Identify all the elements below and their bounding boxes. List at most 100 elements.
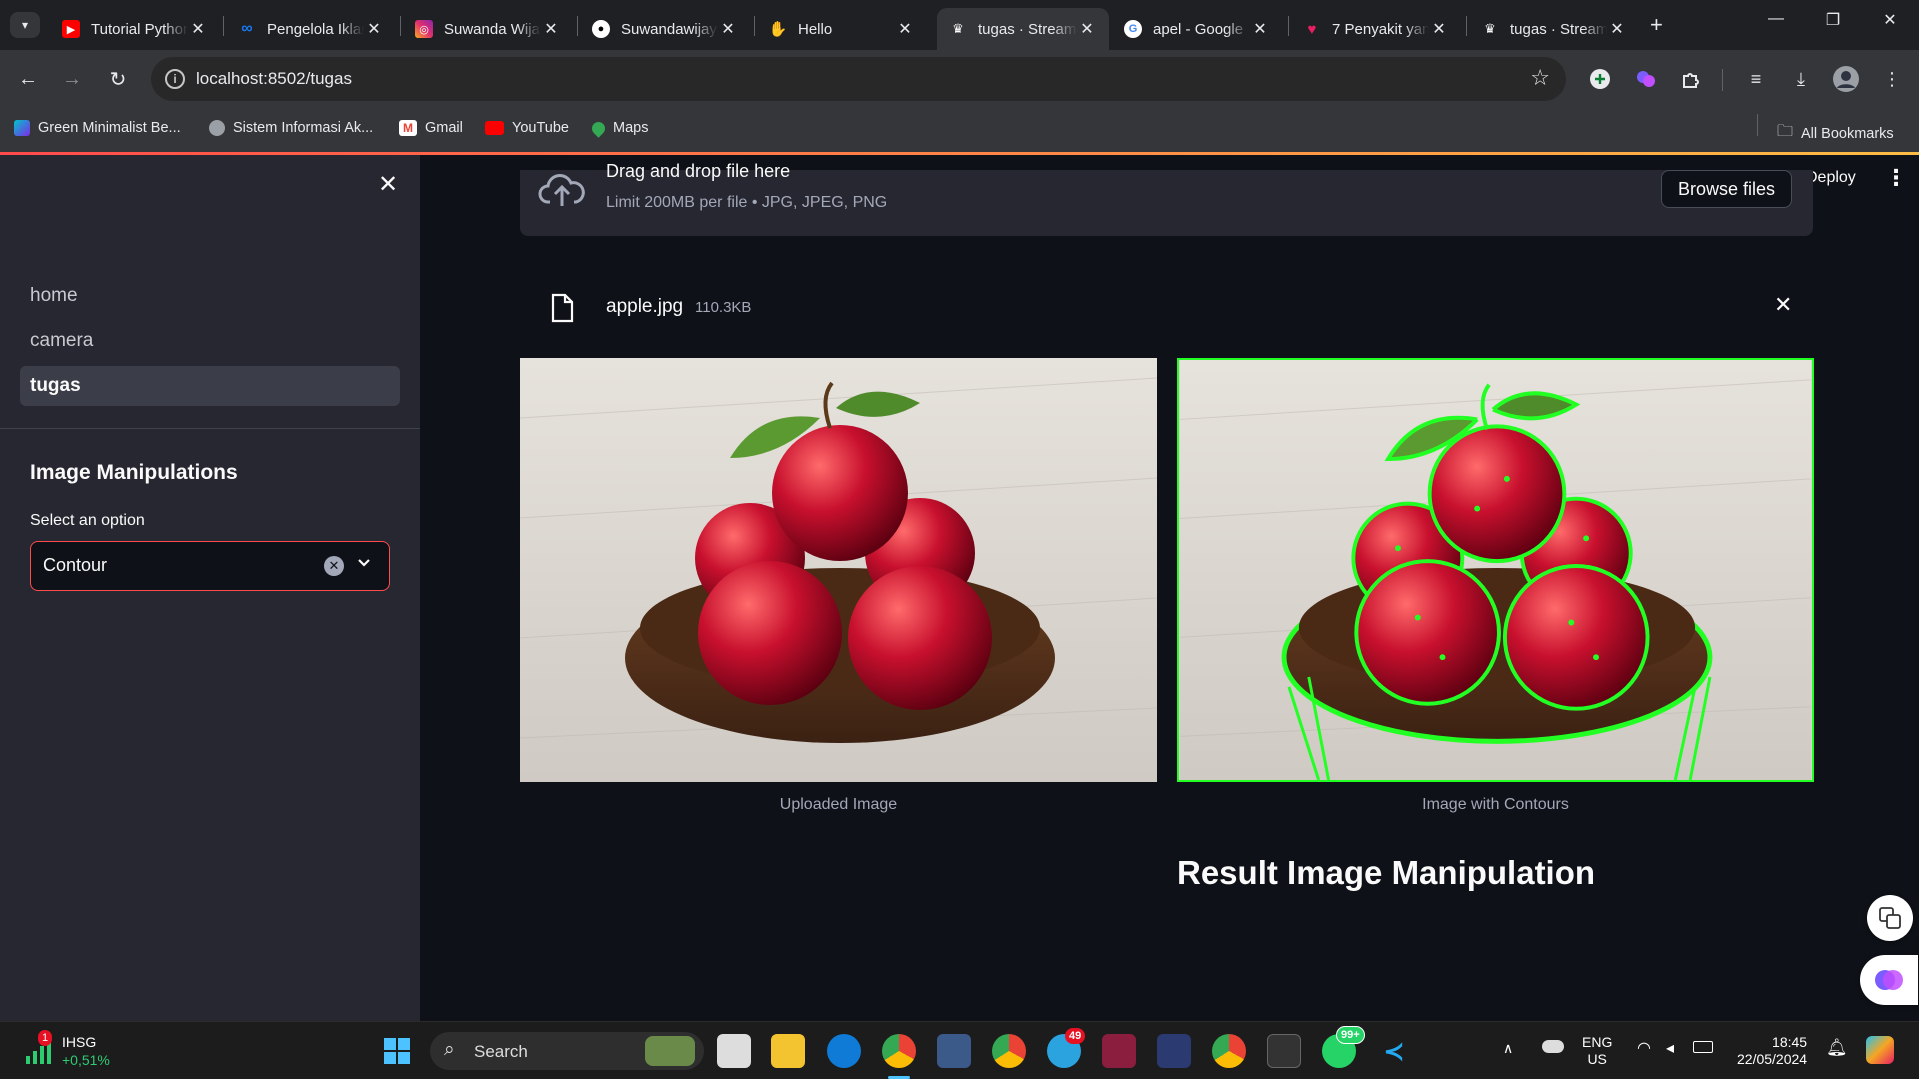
folder-icon: 🗀: [1777, 123, 1794, 140]
chrome-icon[interactable]: [882, 1034, 916, 1068]
tab-tugas-active[interactable]: ♛ tugas · Streamlit ✕: [937, 8, 1109, 50]
url-text[interactable]: localhost:8502/tugas: [196, 69, 352, 89]
select-label: Select an option: [30, 512, 145, 529]
tab-tugas-2[interactable]: ♛ tugas · Streamlit ✕: [1469, 8, 1639, 50]
media-queue-icon[interactable]: ≡: [1742, 65, 1770, 93]
task-view-icon[interactable]: [717, 1034, 751, 1068]
file-icon: [550, 293, 574, 328]
canva-icon: [14, 120, 30, 136]
vscode-icon[interactable]: ≺: [1377, 1034, 1411, 1068]
brain-assistant-icon[interactable]: [1860, 955, 1918, 1005]
language-indicator[interactable]: ENG US: [1582, 1034, 1612, 1068]
file-dropzone[interactable]: Drag and drop file here Limit 200MB per …: [520, 161, 1813, 236]
close-tab-icon[interactable]: ✕: [718, 19, 738, 39]
tab-tutorial-python[interactable]: ▶ Tutorial Python ✕: [50, 8, 220, 50]
address-bar[interactable]: i localhost:8502/tugas ☆: [151, 57, 1566, 101]
all-bookmarks[interactable]: 🗀 All Bookmarks: [1777, 120, 1894, 147]
wave-hand-icon: ✋: [768, 21, 788, 38]
github-icon: ●: [592, 20, 610, 38]
download-icon[interactable]: ⤓: [1787, 65, 1815, 93]
bookmark-maps[interactable]: Maps: [589, 118, 648, 138]
main-menu-icon[interactable]: ⋮: [1885, 165, 1907, 191]
close-tab-icon[interactable]: ✕: [188, 19, 208, 39]
whatsapp-icon[interactable]: 99+: [1322, 1026, 1365, 1068]
streamlit-icon: ♛: [1484, 21, 1496, 36]
gmail-icon: M: [399, 120, 417, 136]
stock-widget[interactable]: 1 IHSG +0,51%: [24, 1030, 110, 1071]
site-info-icon[interactable]: i: [165, 69, 185, 89]
forward-arrow-icon[interactable]: →: [57, 64, 87, 94]
bookmark-youtube[interactable]: YouTube: [485, 120, 569, 136]
drag-drop-text: Drag and drop file here: [606, 161, 791, 181]
photos-icon[interactable]: [937, 1034, 971, 1068]
browser-menu-icon[interactable]: ⋮: [1878, 65, 1906, 93]
file-explorer-icon[interactable]: [771, 1034, 805, 1068]
minimize-icon[interactable]: —: [1756, 10, 1796, 28]
tab-suwanda-wijaya[interactable]: ◎ Suwanda Wijaya ✕: [403, 8, 573, 50]
window-close-icon[interactable]: ✕: [1870, 10, 1910, 30]
telegram-icon[interactable]: 49: [1047, 1028, 1086, 1068]
close-tab-icon[interactable]: ✕: [364, 19, 384, 39]
uploaded-image-caption: Uploaded Image: [779, 796, 898, 813]
onedrive-icon[interactable]: [1542, 1040, 1564, 1053]
bookmark-star-icon[interactable]: ☆: [1530, 65, 1550, 91]
chrome-profile-icon[interactable]: [992, 1034, 1026, 1068]
deploy-button[interactable]: Deploy: [1806, 169, 1856, 187]
telegram-badge: 49: [1065, 1028, 1086, 1044]
tab-penyakit[interactable]: ♥ 7 Penyakit yang ✕: [1291, 8, 1461, 50]
uploaded-file-name: apple.jpg: [606, 296, 684, 317]
chrome-alt-icon[interactable]: [1212, 1034, 1246, 1068]
sidebar-close-icon[interactable]: ✕: [378, 170, 398, 199]
close-tab-icon[interactable]: ✕: [541, 19, 561, 39]
sidebar-item-home[interactable]: home: [20, 276, 400, 316]
tab-pengelola-iklan[interactable]: ∞ Pengelola Iklan ✕: [226, 8, 396, 50]
brain-extension-icon[interactable]: [1632, 65, 1660, 93]
whatsapp-badge: 99+: [1336, 1026, 1365, 1044]
chevron-up-icon[interactable]: ∧: [1503, 1040, 1513, 1057]
translate-icon[interactable]: [1867, 895, 1913, 941]
battery-icon[interactable]: [1693, 1041, 1713, 1053]
vector-app-icon[interactable]: [1157, 1034, 1191, 1068]
windows-start-icon[interactable]: [380, 1034, 414, 1068]
restore-icon[interactable]: ❐: [1813, 10, 1853, 30]
winrar-icon[interactable]: [1102, 1034, 1136, 1068]
chevron-down-icon[interactable]: [356, 554, 372, 575]
copilot-icon[interactable]: [1866, 1036, 1894, 1064]
bookmark-green-minimalist[interactable]: Green Minimalist Be...: [14, 120, 181, 136]
new-tab-icon[interactable]: +: [1650, 12, 1663, 38]
select-value: Contour: [43, 555, 108, 575]
close-tab-icon[interactable]: ✕: [895, 19, 915, 39]
extension-add-icon[interactable]: [1586, 65, 1614, 93]
profile-avatar[interactable]: [1832, 65, 1860, 93]
tab-apel-google[interactable]: G apel - Google ✕: [1112, 8, 1282, 50]
bookmark-sistem-informasi[interactable]: Sistem Informasi Ak...: [209, 120, 373, 136]
sidebar-item-tugas[interactable]: tugas: [20, 366, 400, 406]
browse-files-button[interactable]: Browse files: [1661, 170, 1792, 208]
puzzle-extensions-icon[interactable]: [1677, 65, 1705, 93]
volume-icon[interactable]: ◂: [1666, 1038, 1674, 1058]
close-tab-icon[interactable]: ✕: [1607, 19, 1627, 39]
taskbar-search[interactable]: ⌕ Search: [430, 1032, 704, 1070]
close-tab-icon[interactable]: ✕: [1429, 19, 1449, 39]
close-tab-icon[interactable]: ✕: [1077, 19, 1097, 39]
clock[interactable]: 18:45 22/05/2024: [1737, 1034, 1807, 1068]
edge-icon[interactable]: [827, 1034, 861, 1068]
sidebar-heading: Image Manipulations: [30, 461, 238, 484]
close-tab-icon[interactable]: ✕: [1250, 19, 1270, 39]
sidebar-divider: [0, 428, 420, 429]
sidebar-item-camera[interactable]: camera: [20, 321, 400, 361]
remove-file-icon[interactable]: ✕: [1774, 292, 1792, 318]
tab-search-icon[interactable]: ▾: [10, 12, 40, 38]
bookmarks-bar: Green Minimalist Be... Sistem Informasi …: [0, 108, 1919, 152]
reload-icon[interactable]: ↻: [103, 64, 133, 94]
tab-hello[interactable]: ✋ Hello ✕: [757, 8, 927, 50]
wifi-icon[interactable]: ◠: [1637, 1038, 1651, 1058]
terminal-icon[interactable]: [1267, 1034, 1301, 1068]
globe-icon: [209, 120, 225, 136]
clear-selection-icon[interactable]: ✕: [324, 556, 344, 576]
back-arrow-icon[interactable]: ←: [13, 64, 43, 94]
option-select[interactable]: Contour ✕: [30, 541, 390, 591]
notification-bell-icon[interactable]: 🔔︎: [1826, 1038, 1848, 1058]
bookmark-gmail[interactable]: M Gmail: [399, 120, 463, 136]
tab-github[interactable]: ● Suwandawijaya ✕: [580, 8, 750, 50]
